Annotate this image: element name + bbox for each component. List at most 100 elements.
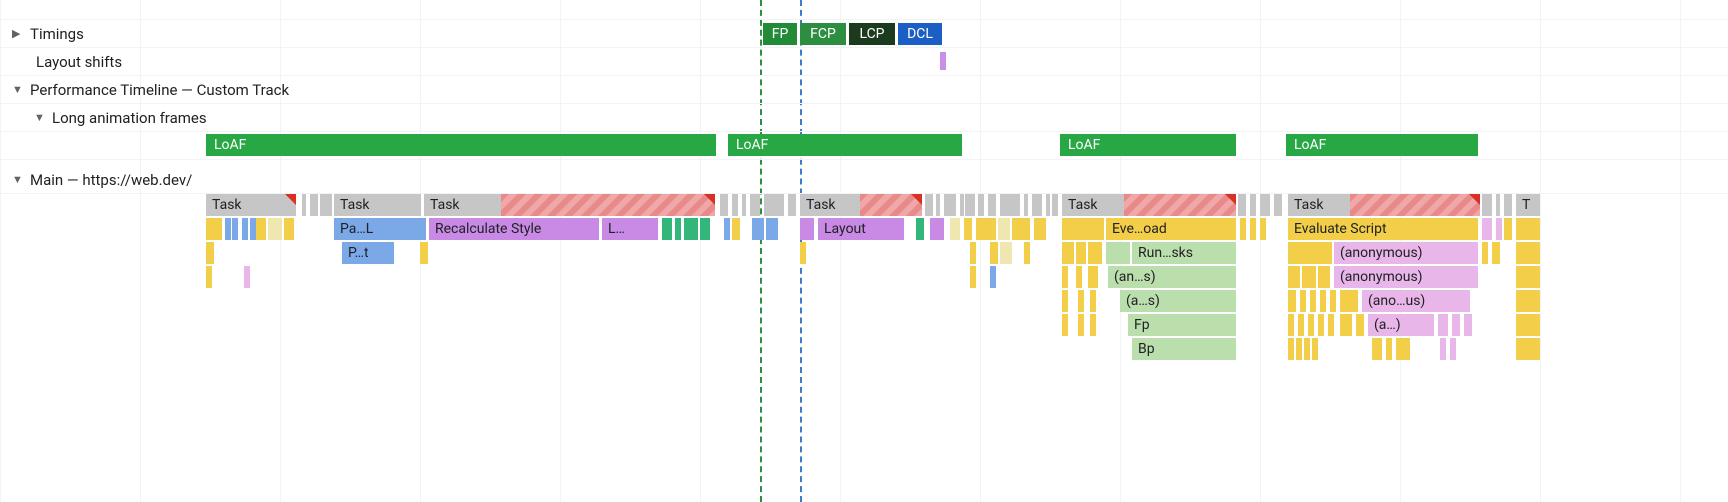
flame-entry[interactable]: [206, 242, 214, 264]
flame-entry[interactable]: [1492, 242, 1500, 264]
flame-entry[interactable]: [1288, 266, 1300, 288]
task-block[interactable]: [1274, 194, 1282, 216]
flame-entry[interactable]: [990, 266, 996, 288]
disclosure-down-icon[interactable]: ▼: [12, 173, 24, 186]
flame-entry[interactable]: [1062, 242, 1074, 264]
flame-entry[interactable]: [225, 218, 231, 240]
flame-entry[interactable]: [1300, 290, 1306, 312]
flame-entry[interactable]: Fp: [1128, 314, 1236, 336]
flame-entry[interactable]: [1396, 338, 1410, 360]
flame-entry[interactable]: [998, 218, 1010, 240]
flame-entry[interactable]: [1308, 314, 1314, 336]
flame-entry[interactable]: [976, 218, 996, 240]
flame-entry[interactable]: [284, 218, 294, 240]
flame-entry[interactable]: [268, 218, 282, 240]
flame-entry[interactable]: [1240, 218, 1246, 240]
flame-entry[interactable]: [990, 242, 998, 264]
flame-entry[interactable]: [930, 218, 944, 240]
task-block[interactable]: [1052, 194, 1058, 216]
flame-entry[interactable]: [420, 242, 428, 264]
flame-entry[interactable]: [1062, 218, 1104, 240]
flame-entry[interactable]: (a…s): [1120, 290, 1236, 312]
flame-entry[interactable]: [1504, 218, 1512, 240]
task-block[interactable]: [1504, 194, 1512, 216]
task-block[interactable]: T: [1516, 194, 1540, 216]
loaf-block[interactable]: LoAF: [1060, 134, 1236, 156]
task-block[interactable]: [978, 194, 984, 216]
task-block[interactable]: [310, 194, 318, 216]
task-block[interactable]: Task: [424, 194, 501, 216]
flame-entry[interactable]: [1340, 314, 1352, 336]
flame-entry[interactable]: [1516, 266, 1540, 288]
flame-entry[interactable]: [1288, 314, 1294, 336]
loaf-block[interactable]: LoAF: [206, 134, 716, 156]
flame-entry[interactable]: (anonymous): [1334, 266, 1478, 288]
flame-entry[interactable]: [1340, 290, 1358, 312]
flame-entry[interactable]: [950, 218, 960, 240]
flame-entry[interactable]: Run…sks: [1132, 242, 1236, 264]
loaf-block[interactable]: LoAF: [1286, 134, 1478, 156]
flame-entry[interactable]: (an…s): [1108, 266, 1236, 288]
flame-entry[interactable]: (ano…us): [1362, 290, 1470, 312]
flame-entry[interactable]: [1012, 218, 1030, 240]
flame-entry[interactable]: [206, 218, 222, 240]
flame-entry[interactable]: [1062, 314, 1068, 336]
task-block[interactable]: [1024, 194, 1028, 216]
flame-entry[interactable]: [1090, 290, 1096, 312]
flame-entry[interactable]: [1078, 314, 1084, 336]
main-track-header[interactable]: ▼ Main — https://web.dev/: [0, 166, 1728, 194]
flame-entry[interactable]: [1516, 242, 1540, 264]
flame-entry[interactable]: (a…): [1368, 314, 1434, 336]
timings-track[interactable]: ▶ Timings FPFCPLCPDCL: [0, 20, 1728, 48]
flame-entry[interactable]: [916, 218, 924, 240]
fcp-badge[interactable]: FCP: [800, 23, 846, 45]
flame-entry[interactable]: [1078, 290, 1084, 312]
flame-entry[interactable]: [256, 218, 266, 240]
flame-entry[interactable]: [675, 218, 681, 240]
flame-entry[interactable]: [1440, 338, 1446, 360]
task-block[interactable]: [925, 194, 933, 216]
flame-entry[interactable]: [1090, 314, 1096, 336]
flame-entry[interactable]: [1438, 314, 1448, 336]
flame-entry[interactable]: [1318, 266, 1330, 288]
flame-entry[interactable]: [206, 266, 212, 288]
flame-entry[interactable]: L…: [602, 218, 658, 240]
layout-shifts-label[interactable]: Layout shifts: [0, 48, 122, 75]
disclosure-right-icon[interactable]: ▶: [12, 27, 24, 40]
flame-entry[interactable]: [1034, 218, 1046, 240]
flame-entry[interactable]: [1318, 314, 1324, 336]
flame-entry[interactable]: [1452, 314, 1460, 336]
disclosure-down-icon[interactable]: ▼: [12, 83, 24, 96]
task-block[interactable]: [860, 194, 922, 216]
flame-entry[interactable]: [1302, 266, 1316, 288]
flame-entry[interactable]: [970, 266, 976, 288]
fp-badge[interactable]: FP: [763, 23, 797, 45]
flame-entry[interactable]: [1516, 218, 1540, 240]
flame-entry[interactable]: [1062, 266, 1068, 288]
task-block[interactable]: Task: [1288, 194, 1350, 216]
task-block[interactable]: [936, 194, 940, 216]
flame-entry[interactable]: [1482, 242, 1488, 264]
flame-entry[interactable]: [1288, 290, 1296, 312]
disclosure-down-icon[interactable]: ▼: [34, 111, 46, 124]
flame-entry[interactable]: [1088, 242, 1102, 264]
flame-entry[interactable]: [1450, 338, 1456, 360]
task-block[interactable]: [1350, 194, 1480, 216]
main-label[interactable]: ▼ Main — https://web.dev/: [0, 166, 192, 193]
task-block[interactable]: [1482, 194, 1492, 216]
flame-entry[interactable]: [1000, 242, 1012, 264]
task-block[interactable]: [750, 194, 760, 216]
flame-entry[interactable]: [232, 218, 238, 240]
flame-entry[interactable]: [1312, 338, 1318, 360]
flame-entry[interactable]: [1024, 242, 1030, 264]
flame-entry[interactable]: [758, 218, 764, 240]
flame-entry[interactable]: [1496, 218, 1502, 240]
task-block[interactable]: [1046, 194, 1050, 216]
flame-entry[interactable]: Eve…oad: [1106, 218, 1236, 240]
task-block[interactable]: [1238, 194, 1246, 216]
loaf-header[interactable]: ▼ Long animation frames: [0, 104, 1728, 132]
flame-entry[interactable]: [1260, 218, 1266, 240]
layout-shift-bar[interactable]: [940, 52, 946, 70]
flame-entry[interactable]: [800, 218, 814, 240]
flame-entry[interactable]: [1288, 242, 1332, 264]
